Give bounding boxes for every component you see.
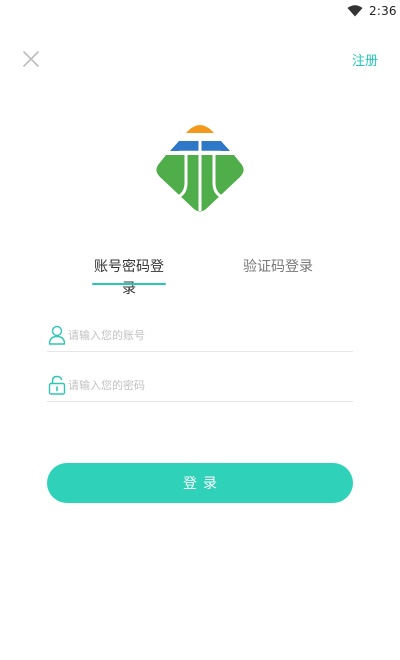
user-icon: [48, 325, 66, 345]
account-field: [47, 318, 353, 352]
lock-icon: [48, 375, 66, 395]
tab-account-password[interactable]: 账号密码登录: [88, 256, 170, 297]
login-button[interactable]: 登录: [47, 463, 353, 503]
login-tabs: 账号密码登录 验证码登录: [0, 256, 400, 297]
password-field: [47, 368, 353, 402]
account-input[interactable]: [68, 324, 348, 346]
wifi-icon: [347, 5, 363, 17]
status-time: 2:36: [369, 4, 397, 18]
active-tab-indicator: [92, 283, 166, 285]
register-link[interactable]: 注册: [352, 50, 378, 69]
close-button[interactable]: [20, 48, 42, 70]
tab-verification-code[interactable]: 验证码登录: [238, 256, 318, 286]
close-icon: [23, 51, 39, 67]
app-logo: [156, 125, 244, 212]
password-input[interactable]: [68, 374, 348, 396]
status-bar: 2:36: [0, 0, 400, 24]
